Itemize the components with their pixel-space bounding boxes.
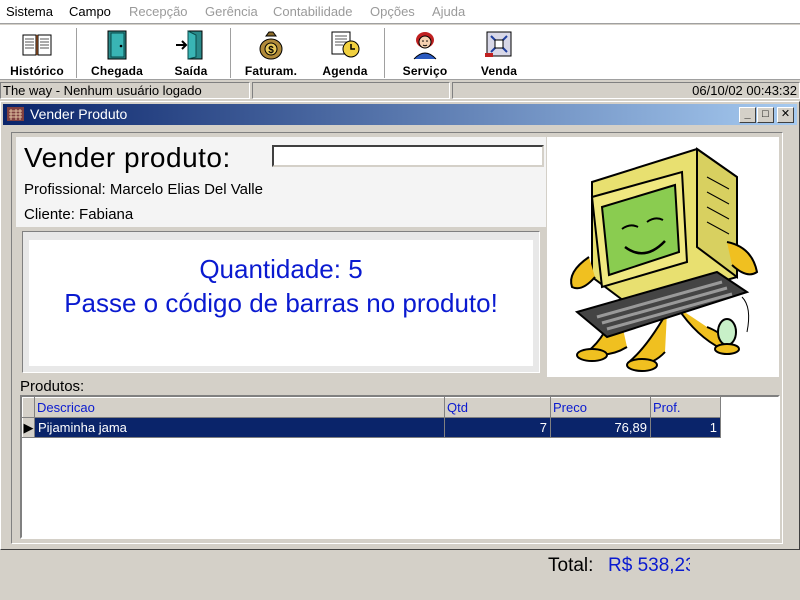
saida-button[interactable]: Saída [158, 25, 224, 80]
menu-bar: Sistema Campo Recepção Gerência Contabil… [0, 0, 800, 24]
venda-label: Venda [480, 64, 518, 78]
historico-label: Histórico [10, 64, 64, 78]
column-header-prof[interactable]: Prof. [650, 397, 721, 418]
cell-descricao[interactable]: Pijaminha jama [34, 417, 445, 438]
total-value: R$ 538,23 [608, 555, 690, 576]
menu-opcoes[interactable]: Opções [370, 4, 415, 19]
column-header-descricao[interactable]: Descricao [34, 397, 445, 418]
venda-button[interactable]: Venda [466, 25, 532, 80]
column-header-preco[interactable]: Preco [550, 397, 651, 418]
sale-icon [485, 31, 512, 57]
sell-product-window: Vender Produto _ □ ✕ Vender produto: Pro… [0, 101, 800, 550]
table-row[interactable]: ▶ Pijaminha jama 7 76,89 1 [22, 417, 721, 438]
table-header-row: Descricao Qtd Preco Prof. [22, 397, 721, 418]
total-label: Total: [548, 555, 594, 576]
svg-text:$: $ [268, 45, 274, 56]
toolbar-separator [384, 28, 386, 78]
status-user: The way - Nenhum usuário logado [0, 82, 250, 99]
computer-mascot-image [547, 137, 779, 377]
status-panel-2 [252, 82, 450, 99]
chegada-button[interactable]: Chegada [84, 25, 150, 80]
products-table: Descricao Qtd Preco Prof. ▶ Pijaminha ja… [22, 397, 721, 438]
hairdresser-icon [413, 32, 437, 60]
exit-door-icon [176, 30, 203, 60]
status-datetime: 06/10/02 00:43:32 [452, 82, 800, 99]
door-icon [107, 30, 127, 60]
toolbar-separator [230, 28, 232, 78]
cell-preco[interactable]: 76,89 [550, 417, 651, 438]
menu-ajuda[interactable]: Ajuda [432, 4, 465, 19]
minimize-button[interactable]: _ [739, 107, 756, 123]
toolbar: Histórico Chegada Saída $ Faturam. Agend… [0, 25, 800, 80]
menu-gerencia[interactable]: Gerência [205, 4, 258, 19]
close-button[interactable]: ✕ [777, 107, 794, 123]
faturamento-button[interactable]: $ Faturam. [238, 25, 304, 80]
products-grid[interactable]: Descricao Qtd Preco Prof. ▶ Pijaminha ja… [20, 395, 780, 539]
chegada-label: Chegada [90, 64, 144, 78]
servico-label: Serviço [402, 64, 448, 78]
header-panel: Vender produto: Profissional: Marcelo El… [16, 137, 546, 227]
menu-sistema[interactable]: Sistema [6, 4, 53, 19]
row-indicator-header [22, 397, 35, 418]
page-title: Vender produto: [24, 142, 231, 173]
window-client-area: Vender produto: Profissional: Marcelo El… [11, 132, 783, 544]
saida-label: Saída [174, 64, 208, 78]
agenda-clock-icon [331, 31, 360, 58]
menu-campo[interactable]: Campo [69, 4, 111, 19]
professional-label: Profissional: Marcelo Elias Del Valle [24, 181, 263, 198]
row-indicator-arrow-icon: ▶ [22, 417, 35, 438]
agenda-button[interactable]: Agenda [312, 25, 378, 80]
historico-button[interactable]: Histórico [4, 25, 70, 80]
maximize-button[interactable]: □ [757, 107, 774, 123]
menu-recepcao[interactable]: Recepção [129, 4, 188, 19]
cell-qtd[interactable]: 7 [444, 417, 551, 438]
computer-mascot-illustration [570, 147, 759, 372]
status-bar: The way - Nenhum usuário logado 06/10/02… [0, 81, 800, 99]
menu-contabilidade[interactable]: Contabilidade [273, 4, 353, 19]
column-header-qtd[interactable]: Qtd [444, 397, 551, 418]
barcode-input[interactable] [272, 145, 544, 167]
products-label: Produtos: [20, 378, 85, 395]
client-label: Cliente: Fabiana [24, 206, 134, 223]
barcode-instruction: Passe o código de barras no produto! [64, 288, 498, 318]
toolbar-separator [76, 28, 78, 78]
faturamento-label: Faturam. [244, 64, 298, 78]
cell-prof[interactable]: 1 [650, 417, 721, 438]
message-box: Quantidade: 5 Passe o código de barras n… [29, 240, 533, 366]
money-bag-icon: $ [259, 31, 283, 60]
message-frame: Quantidade: 5 Passe o código de barras n… [22, 231, 540, 373]
app-icon [7, 107, 24, 121]
servico-button[interactable]: Serviço [392, 25, 458, 80]
window-titlebar[interactable]: Vender Produto _ □ ✕ [3, 104, 797, 125]
window-title: Vender Produto [30, 106, 128, 122]
quantity-message: Quantidade: 5 [199, 254, 363, 284]
book-icon [22, 34, 52, 56]
agenda-label: Agenda [322, 64, 368, 78]
